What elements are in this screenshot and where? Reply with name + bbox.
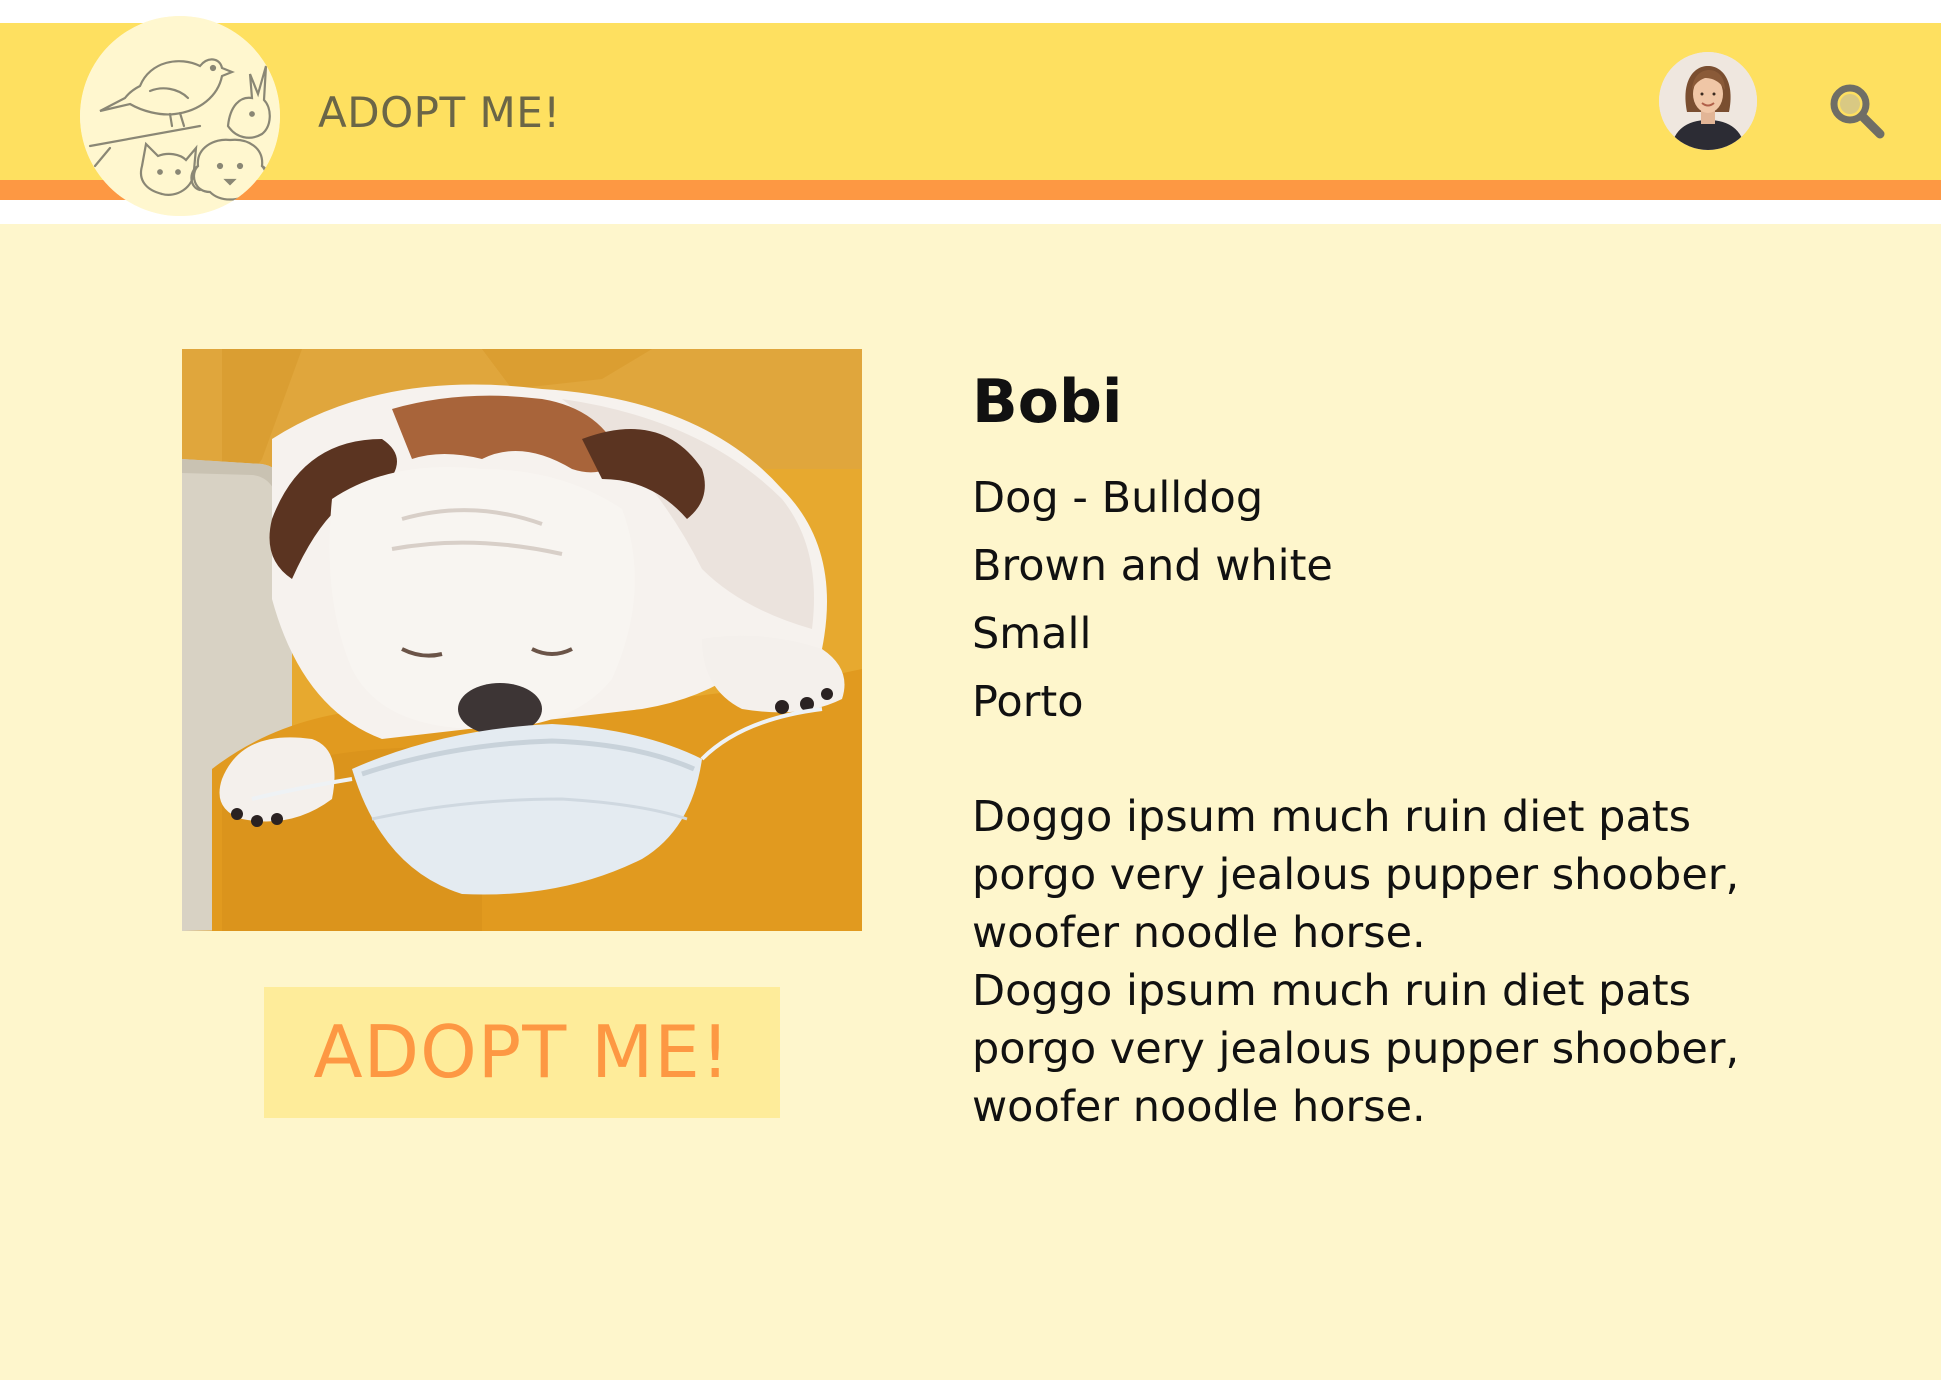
pet-photo <box>182 349 862 931</box>
pet-detail-page: ADOPT ME! ADOPT ME! Bobi Dog - Bulldog B… <box>0 0 1941 1380</box>
top-bar <box>0 23 1941 180</box>
pet-name: Bobi <box>972 367 1123 437</box>
pet-description-paragraph: Doggo ipsum much ruin diet pats porgo ve… <box>972 966 1740 1132</box>
brand-title[interactable]: ADOPT ME! <box>318 88 561 137</box>
pet-attribute-size: Small <box>972 609 1092 659</box>
main-content: ADOPT ME! Bobi Dog - Bulldog Brown and w… <box>0 224 1941 1380</box>
pet-description-paragraph: Doggo ipsum much ruin diet pats porgo ve… <box>972 792 1740 958</box>
user-avatar-icon[interactable] <box>1659 52 1757 150</box>
pet-details: Bobi Dog - Bulldog Brown and white Small… <box>972 362 1792 1136</box>
adopt-button[interactable]: ADOPT ME! <box>264 987 780 1118</box>
top-bar-stripe <box>0 180 1941 200</box>
pet-attribute-location: Porto <box>972 677 1084 727</box>
pets-logo-icon[interactable] <box>80 16 280 216</box>
pet-attributes: Dog - Bulldog Brown and white Small Port… <box>972 464 1792 736</box>
pet-attribute-color: Brown and white <box>972 541 1333 591</box>
search-icon[interactable] <box>1826 80 1886 140</box>
pet-description: Doggo ipsum much ruin diet pats porgo ve… <box>972 788 1792 1136</box>
pet-attribute-species: Dog - Bulldog <box>972 473 1264 523</box>
